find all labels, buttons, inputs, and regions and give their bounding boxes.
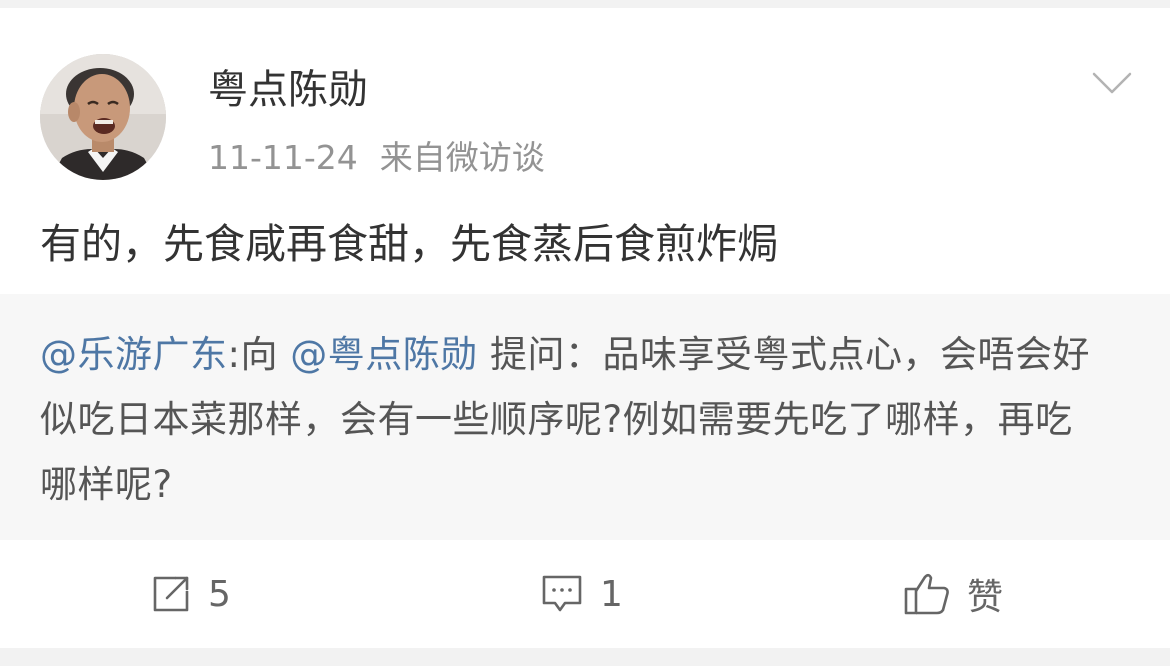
quoted-question-text: @乐游广东:向 @粤点陈勋 提问：品味享受粤式点心，会唔会好似吃日本菜那样，会有… (40, 322, 1100, 517)
action-bar: 5 1 赞 (0, 540, 1170, 648)
like-label: 赞 (967, 577, 1004, 618)
post-meta: 11-11-24 来自微访谈 (208, 136, 545, 180)
post-text: 有的，先食咸再食甜，先食蒸后食煎炸焗 (40, 220, 778, 268)
thumbs-up-icon (904, 573, 949, 615)
repost-button[interactable]: 5 (150, 540, 231, 648)
avatar-image (40, 54, 166, 180)
share-icon (153, 576, 189, 612)
avatar[interactable] (40, 54, 166, 180)
mention-asker[interactable]: @乐游广东 (40, 333, 228, 376)
post-source[interactable]: 来自微访谈 (380, 138, 545, 177)
chevron-down-icon[interactable] (1090, 66, 1134, 98)
repost-count: 5 (208, 573, 231, 615)
like-button[interactable]: 赞 (903, 540, 1003, 648)
to-label: :向 (227, 333, 278, 376)
mention-target[interactable]: @粤点陈勋 (290, 333, 478, 376)
comment-button[interactable]: 1 (540, 540, 623, 648)
post-date: 11-11-24 (208, 138, 358, 177)
author-name[interactable]: 粤点陈勋 (208, 64, 368, 116)
quoted-question[interactable]: @乐游广东:向 @粤点陈勋 提问：品味享受粤式点心，会唔会好似吃日本菜那样，会有… (0, 294, 1170, 540)
comment-icon (542, 575, 582, 612)
comment-count: 1 (600, 573, 623, 615)
weibo-post-card: 粤点陈勋 11-11-24 来自微访谈 有的，先食咸再食甜，先食蒸后食煎炸焗 @乐… (0, 8, 1170, 648)
